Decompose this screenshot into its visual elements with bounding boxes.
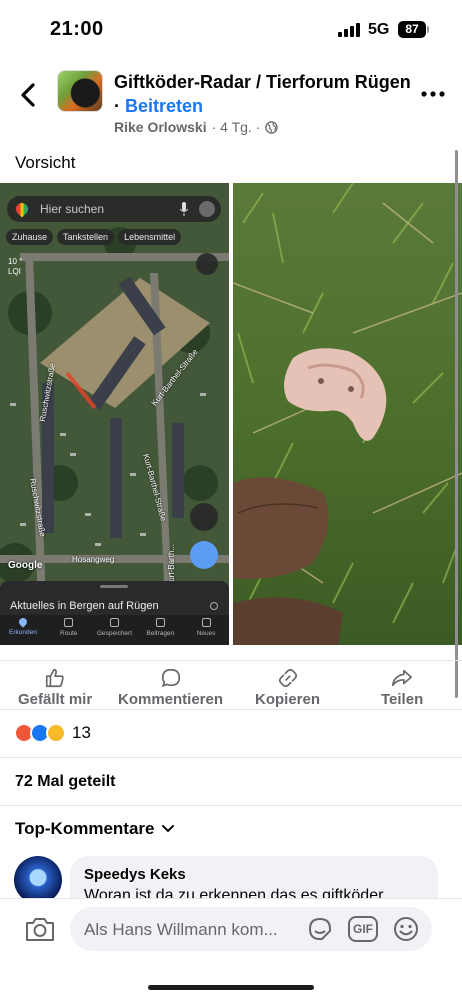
- bookmark-icon: [109, 618, 119, 627]
- map-profile-avatar: [199, 201, 215, 217]
- plus-circle-icon: [155, 618, 165, 627]
- map-tab-saved: Gespeichert: [92, 615, 138, 645]
- share-label: Teilen: [381, 691, 424, 708]
- comment-author[interactable]: Speedys Keks: [84, 866, 424, 883]
- chip-groceries: Lebensmittel: [118, 229, 182, 245]
- battery-tip: [427, 26, 429, 33]
- map-search-bar[interactable]: Hier suchen: [7, 196, 221, 222]
- gif-button[interactable]: GIF: [348, 916, 378, 942]
- map-directions-icon: [190, 541, 218, 569]
- map-chips: Zuhause Tankstellen Lebensmittel: [6, 229, 182, 245]
- comment-sort-label: Top-Kommentare: [15, 819, 155, 838]
- emoji-button[interactable]: [392, 915, 420, 943]
- scroll-indicator[interactable]: [455, 150, 458, 698]
- chevron-left-icon: [21, 83, 35, 107]
- like-button[interactable]: Gefällt mir: [18, 667, 92, 708]
- more-options-button[interactable]: [420, 84, 446, 104]
- copy-button[interactable]: Kopieren: [255, 667, 320, 708]
- post-text: Vorsicht: [15, 153, 76, 172]
- grass-bait-photo: [233, 183, 462, 645]
- street-label: Hosangweg: [72, 555, 115, 564]
- comment-input[interactable]: Als Hans Willmann kom... GIF: [70, 907, 432, 951]
- globe-icon: [265, 120, 279, 134]
- map-tab-label: Gespeichert: [96, 630, 133, 637]
- more-horizontal-icon: [421, 91, 445, 97]
- comment-sort-dropdown[interactable]: Top-Kommentare: [15, 819, 175, 839]
- comment-input-placeholder: Als Hans Willmann kom...: [84, 920, 278, 939]
- post-meta: Rike Orlowski · 4 Tg. ·: [114, 119, 279, 135]
- divider: [0, 757, 462, 758]
- group-name-link[interactable]: Giftköder-Radar / Tierforum Rügen: [114, 72, 411, 92]
- comment-button[interactable]: Kommentieren: [118, 667, 223, 708]
- map-search-placeholder: Hier suchen: [40, 202, 105, 216]
- map-tab-bar: Erkunden Route Gespeichert Beitragen Neu…: [0, 615, 229, 645]
- weather-temp: 10 °: [8, 257, 23, 266]
- camera-icon: [26, 918, 54, 941]
- map-tab-explore: Erkunden: [0, 615, 46, 645]
- map-tab-label: Beitragen: [146, 630, 175, 637]
- emoji-smile-icon: [394, 917, 418, 941]
- google-maps-pin-icon: [13, 200, 31, 218]
- sheet-handle: [100, 585, 128, 588]
- share-arrow-icon: [392, 669, 413, 687]
- post-age: · 4 Tg. ·: [211, 119, 261, 135]
- map-tab-label: Erkunden: [8, 629, 37, 636]
- share-button[interactable]: Teilen: [381, 667, 423, 708]
- post-actions: Gefällt mir Kommentieren Kopieren Teilen: [0, 660, 462, 710]
- comment-bubble-icon: [161, 668, 180, 688]
- bell-icon: [201, 618, 211, 627]
- wow-reaction-icon: [46, 723, 66, 743]
- map-location-arrow-icon: [190, 503, 218, 531]
- camera-button[interactable]: [24, 915, 56, 943]
- share-count[interactable]: 72 Mal geteilt: [15, 773, 115, 791]
- network-type: 5G: [368, 21, 390, 38]
- comment-label: Kommentieren: [118, 691, 224, 708]
- satellite-map-image: [0, 183, 229, 645]
- sticker-button[interactable]: [306, 915, 334, 943]
- reactions-summary[interactable]: 13: [14, 723, 91, 743]
- link-icon: [278, 668, 297, 688]
- google-logo: Google: [8, 560, 43, 571]
- group-title: Giftköder-Radar / Tierforum Rügen · Beit…: [114, 70, 414, 118]
- map-tab-route: Route: [46, 615, 92, 645]
- map-tab-label: Route: [60, 630, 78, 637]
- like-label: Gefällt mir: [18, 691, 93, 708]
- home-indicator[interactable]: [148, 985, 314, 990]
- thumbs-up-icon: [46, 668, 64, 688]
- back-button[interactable]: [14, 80, 44, 110]
- map-layers-icon: [196, 253, 218, 275]
- car-icon: [64, 618, 74, 627]
- chip-home: Zuhause: [6, 229, 54, 245]
- title-separator: ·: [114, 96, 125, 116]
- chevron-down-icon: [162, 825, 175, 833]
- map-tab-contribute: Beitragen: [137, 615, 183, 645]
- map-sheet-title: Aktuelles in Bergen auf Rügen: [10, 600, 159, 612]
- post-author[interactable]: Rike Orlowski: [114, 119, 207, 135]
- status-bar: 21:00 5G 87: [0, 0, 462, 60]
- chip-gas-stations: Tankstellen: [57, 229, 115, 245]
- map-bottom-sheet: Aktuelles in Bergen auf Rügen: [0, 581, 229, 615]
- post-image-bait-photo[interactable]: [233, 183, 462, 645]
- map-tab-updates: Neues: [183, 615, 229, 645]
- info-icon: [210, 602, 218, 610]
- group-avatar[interactable]: [57, 70, 103, 112]
- status-time: 21:00: [50, 18, 104, 40]
- divider: [0, 805, 462, 806]
- reaction-count: 13: [72, 723, 91, 742]
- commenter-avatar[interactable]: [14, 856, 62, 904]
- join-group-link[interactable]: Beitreten: [125, 96, 203, 116]
- map-weather: 10 ° LQI: [8, 257, 22, 277]
- sticker-icon: [308, 917, 331, 940]
- weather-aqi: LQI: [8, 267, 21, 276]
- map-tab-label: Neues: [196, 630, 216, 637]
- post-image-map-screenshot[interactable]: Hier suchen Zuhause Tankstellen Lebensmi…: [0, 183, 229, 645]
- microphone-icon: [179, 202, 189, 216]
- battery-icon: 87: [398, 21, 426, 38]
- cellular-signal-icon: [338, 23, 362, 37]
- explore-pin-icon: [17, 616, 29, 628]
- copy-label: Kopieren: [255, 691, 321, 708]
